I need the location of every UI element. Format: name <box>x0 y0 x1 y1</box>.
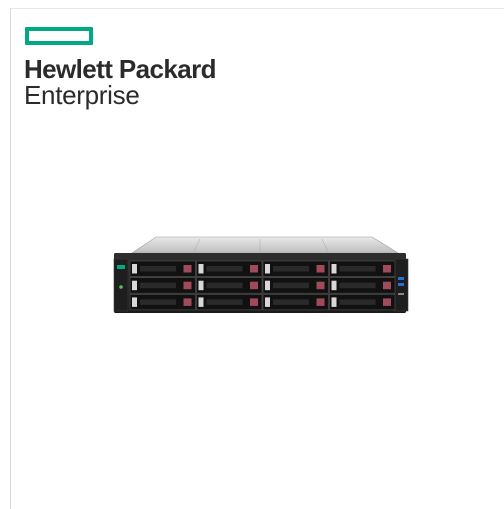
drive-bay <box>329 260 396 277</box>
drive-bay <box>196 260 263 277</box>
drive-bay <box>329 294 396 311</box>
drive-bay <box>329 277 396 294</box>
brand-name-line2: Enterprise <box>24 80 140 110</box>
hpe-logo-element <box>25 27 93 45</box>
drive-bay <box>262 260 329 277</box>
drive-bay <box>129 294 196 311</box>
storage-array-image <box>113 236 409 313</box>
drive-bay <box>129 277 196 294</box>
drive-bay <box>129 260 196 277</box>
drive-bay <box>262 294 329 311</box>
drive-bay <box>196 277 263 294</box>
chassis-top <box>131 236 400 254</box>
drive-bay <box>262 277 329 294</box>
drive-bay <box>196 294 263 311</box>
